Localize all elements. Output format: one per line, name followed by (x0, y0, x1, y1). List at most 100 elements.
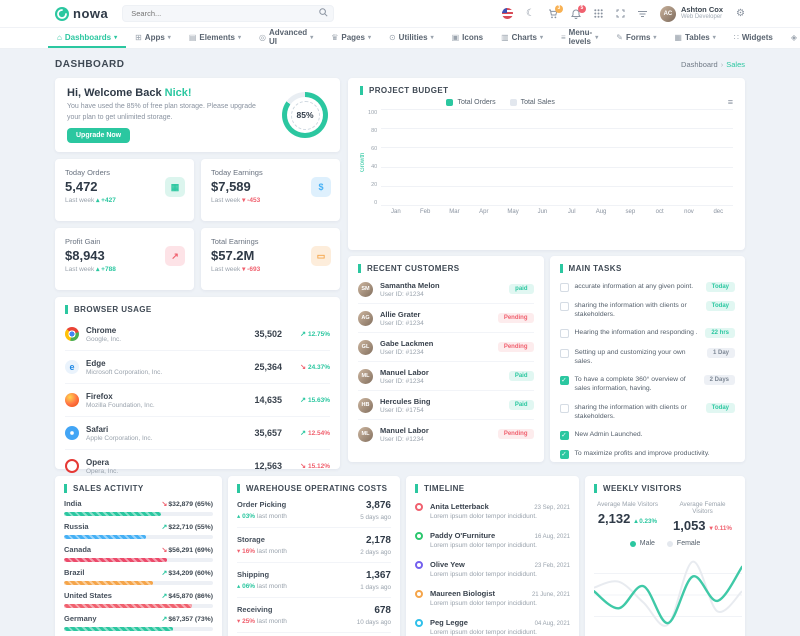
sales-country: Germany (64, 614, 97, 623)
sales-amount: ↗$34,209 (60%) (162, 569, 213, 577)
browser-row[interactable]: Safari Apple Corporation, Inc. 35,657 ↗1… (65, 416, 330, 449)
customer-row[interactable]: HB Hercules Bing User ID: #1754 Paid (358, 390, 534, 419)
customer-row[interactable]: AG Allie Grater User ID: #1234 Pending (358, 303, 534, 332)
welcome-user-name: Nick! (165, 87, 192, 99)
nav-item[interactable]: ♛ Pages ▾ (322, 28, 380, 48)
task-checkbox[interactable]: ✓ (560, 450, 569, 459)
customer-name: Samantha Melon (380, 281, 440, 290)
breadcrumb-root[interactable]: Dashboard (681, 60, 718, 69)
settings-gear-icon[interactable]: ⚙ (736, 9, 745, 19)
browser-trend: ↘15.12% (282, 462, 330, 470)
sales-row: India ↘$32,879 (65%) (64, 493, 213, 516)
brand[interactable]: nowa (55, 6, 108, 21)
female-visitors-delta: ▾ 0.11% (710, 525, 732, 532)
stat-subtext: Last week ▴ +788 (65, 265, 184, 273)
stat-icon: ▭ (311, 246, 331, 266)
nav-item-icon: ▤ (189, 33, 197, 42)
storage-gauge: 85% (282, 92, 328, 138)
browser-logo-icon (65, 393, 79, 407)
browser-row[interactable]: Chrome Google, Inc. 35,502 ↗12.75% (65, 318, 330, 350)
nav-item[interactable]: ◈ Maps ▾ (782, 28, 800, 48)
browser-company: Opera, Inc. (86, 468, 118, 475)
language-flag-icon[interactable] (502, 8, 513, 19)
browser-row[interactable]: Firefox Mozilla Foundation, Inc. 14,635 … (65, 383, 330, 416)
timeline-text: Lorem ipsum dolor tempor incididunt. (430, 571, 570, 578)
customer-row[interactable]: SM Samantha Melon User ID: #1234 paid (358, 275, 534, 303)
task-checkbox[interactable]: ✓ (560, 376, 569, 385)
search-input[interactable] (122, 5, 334, 22)
task-checkbox[interactable] (560, 329, 569, 338)
timeline-dot-icon (415, 503, 423, 511)
chart-menu-icon[interactable]: ≡ (728, 97, 733, 107)
customer-id: User ID: #1234 (380, 320, 424, 327)
notifications-bell-icon[interactable]: 5 (571, 9, 581, 19)
apps-grid-icon[interactable] (594, 9, 603, 18)
filter-lines-icon[interactable] (638, 10, 647, 18)
nav-item[interactable]: ▤ Elements ▾ (180, 28, 250, 48)
stat-card[interactable]: Profit Gain $8,943 Last week ▴ +788 ↗ (55, 228, 194, 290)
nav-item[interactable]: ⊞ Apps ▾ (126, 28, 180, 48)
task-due-badge: Today (706, 301, 735, 311)
task-row: ✓ To maximize profits and improve produc… (560, 445, 736, 464)
task-checkbox[interactable]: ✓ (560, 431, 569, 440)
topbar: nowa ☾ 3 5 (0, 0, 800, 28)
browser-trend: ↘24.37% (282, 363, 330, 371)
search-icon[interactable] (319, 8, 328, 17)
nav-item[interactable]: ≡ Menu-levels ▾ (552, 28, 607, 48)
browser-row[interactable]: e Edge Microsoft Corporation, Inc. 25,36… (65, 350, 330, 383)
warehouse-change: ▴ 06% last month (237, 582, 287, 590)
dark-mode-moon-icon[interactable]: ☾ (526, 9, 535, 19)
stat-card[interactable]: Today Orders 5,472 Last week ▴ +427 ▦ (55, 159, 194, 221)
user-menu[interactable]: AC Ashton Cox Web Developer (660, 6, 723, 22)
timeline-row: Peg Legge 04 Aug, 2021 Lorem ipsum dolor… (415, 612, 570, 636)
main-nav: ⌂ Dashboards ▾ ⊞ Apps ▾ ▤ Elements ▾ ◎ A… (0, 28, 800, 49)
nav-item[interactable]: ◎ Advanced UI ▾ (250, 28, 322, 48)
task-checkbox[interactable] (560, 283, 569, 292)
fullscreen-icon[interactable] (616, 9, 625, 18)
warehouse-row: Storage ▾ 16% last month 2,178 2 days ag… (237, 528, 391, 563)
task-text: sharing the information with clients or … (575, 301, 700, 319)
stat-subtext: Last week ▾ -693 (211, 265, 330, 273)
nav-item[interactable]: ⌂ Dashboards ▾ (48, 28, 126, 48)
timeline-date: 23 Feb, 2021 (535, 563, 570, 569)
task-checkbox[interactable] (560, 404, 569, 413)
timeline-dot-icon (415, 532, 423, 540)
warehouse-name: Receiving (237, 605, 287, 614)
upgrade-now-button[interactable]: Upgrade Now (67, 128, 130, 143)
trend-arrow-icon: ↗ (300, 331, 306, 338)
customer-row[interactable]: GL Gabe Lackmen User ID: #1234 Pending (358, 332, 534, 361)
browser-trend: ↗15.63% (282, 396, 330, 404)
warehouse-value: 1,367 (360, 570, 391, 581)
chevron-down-icon: ▾ (238, 34, 241, 41)
customer-row[interactable]: ML Manuel Labor User ID: #1234 Pending (358, 419, 534, 448)
storage-gauge-value: 85% (291, 101, 320, 130)
timeline-name: Olive Yew (430, 560, 465, 569)
sales-country: Brazil (64, 568, 84, 577)
nav-item[interactable]: ▦ Tables ▾ (665, 28, 724, 48)
chevron-down-icon: ▾ (114, 34, 117, 41)
status-badge: paid (509, 284, 533, 294)
chevron-down-icon: ▾ (653, 34, 656, 41)
customer-row[interactable]: ML Manuel Labor User ID: #1234 Paid (358, 361, 534, 390)
project-budget-card: PROJECT BUDGET Total Orders Total Sales … (348, 78, 745, 250)
user-role: Web Developer (681, 14, 723, 21)
budget-bar-chart: Growth 100806040200 JanFebMarAprMayJunJu… (360, 110, 733, 215)
stat-card[interactable]: Total Earnings $57.2M Last week ▾ -693 ▭ (201, 228, 340, 290)
task-checkbox[interactable] (560, 302, 569, 311)
task-checkbox[interactable] (560, 349, 569, 358)
browser-name: Opera (86, 458, 118, 467)
nav-item[interactable]: ▣ Icons (443, 28, 492, 48)
timeline-dot-icon (415, 619, 423, 627)
warehouse-title: WAREHOUSE OPERATING COSTS (237, 484, 391, 493)
nav-item[interactable]: ⊙ Utilities ▾ (380, 28, 443, 48)
nav-item[interactable]: ▥ Charts ▾ (492, 28, 552, 48)
stat-card[interactable]: Today Earnings $7,589 Last week ▾ -453 $ (201, 159, 340, 221)
cart-icon[interactable]: 3 (548, 9, 558, 19)
customer-id: User ID: #1234 (380, 291, 440, 298)
customer-name: Hercules Bing (380, 397, 430, 406)
nav-item[interactable]: ∷ Widgets (725, 28, 782, 48)
timeline-row: Paddy O'Furniture 16 Aug, 2021 Lorem ips… (415, 525, 570, 554)
visitors-line-chart (594, 552, 742, 636)
stat-cards: Today Orders 5,472 Last week ▴ +427 ▦ To… (55, 159, 340, 290)
nav-item[interactable]: ✎ Forms ▾ (607, 28, 665, 48)
